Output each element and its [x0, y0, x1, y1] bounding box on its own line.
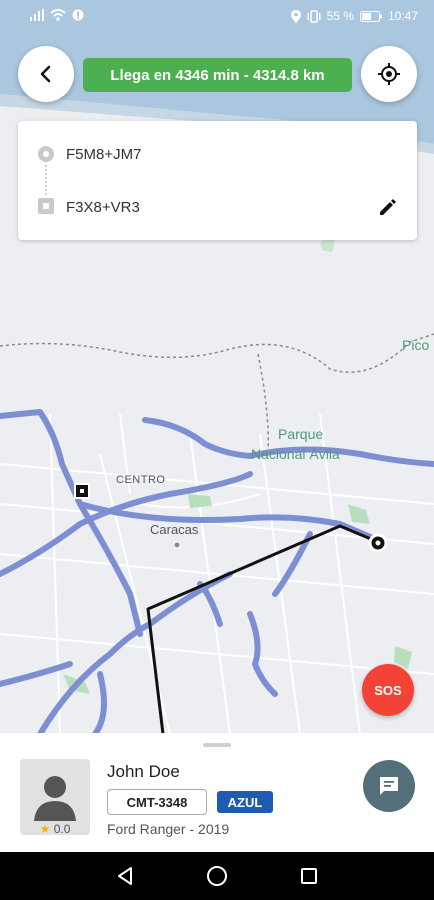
- battery-percent: 55 %: [326, 9, 354, 23]
- destination-address[interactable]: F3X8+VR3: [66, 199, 140, 216]
- pencil-icon: [380, 199, 396, 215]
- notification-icon: [72, 9, 84, 21]
- wifi-icon: [50, 9, 66, 21]
- location-icon: [290, 9, 301, 23]
- back-arrow-icon: [40, 65, 51, 83]
- battery-icon: [359, 10, 382, 22]
- origin-address[interactable]: F5M8+JM7: [66, 146, 141, 163]
- status-right-icons: 55 % 10:47: [290, 9, 418, 23]
- pico-label: Pico: [402, 337, 430, 353]
- sos-button[interactable]: SOS: [362, 664, 414, 716]
- status-left-icons: [30, 9, 84, 21]
- route-card[interactable]: F5M8+JM7 F3X8+VR3: [18, 121, 417, 240]
- sheet-handle[interactable]: [203, 743, 231, 747]
- nav-recents-button[interactable]: [297, 864, 321, 888]
- park-label-line2: Nacional Ávila: [251, 446, 340, 462]
- back-button[interactable]: [18, 46, 74, 102]
- centro-label: CENTRO: [116, 474, 166, 486]
- locate-button[interactable]: [361, 46, 417, 102]
- driver-sheet[interactable]: ★ 0.0 John Doe CMT-3348 AZUL Ford Ranger…: [0, 733, 434, 852]
- chat-button[interactable]: [363, 760, 415, 812]
- park-label-line1: Parque: [278, 426, 324, 442]
- gps-locate-icon: [378, 63, 400, 85]
- rating-value: 0.0: [53, 822, 71, 836]
- signal-icon: [30, 9, 44, 21]
- edit-route-button[interactable]: [376, 195, 400, 219]
- route-connector: [45, 165, 47, 195]
- clock: 10:47: [387, 9, 418, 23]
- nav-home-button[interactable]: [205, 864, 229, 888]
- caracas-label: Caracas: [150, 522, 199, 537]
- driver-rating: ★ 0.0: [20, 822, 90, 836]
- circle-home-icon: [207, 866, 227, 886]
- triangle-back-icon: [118, 867, 132, 885]
- vibrate-icon: [307, 9, 321, 23]
- eta-badge: Llega en 4346 min - 4314.8 km: [83, 58, 352, 92]
- square-recents-icon: [301, 868, 317, 884]
- star-icon: ★: [39, 822, 51, 836]
- system-nav-bar: [0, 852, 434, 900]
- chat-icon: [380, 777, 398, 795]
- plate-badge: CMT-3348: [107, 789, 207, 815]
- driver-name: John Doe: [107, 762, 180, 781]
- status-bar: 55 % 10:47: [0, 0, 434, 34]
- origin-dot-icon: [38, 146, 54, 162]
- car-model: Ford Ranger - 2019: [107, 821, 230, 837]
- nav-back-button[interactable]: [113, 864, 137, 888]
- car-color-badge: AZUL: [217, 791, 273, 813]
- destination-square-icon: [38, 198, 54, 214]
